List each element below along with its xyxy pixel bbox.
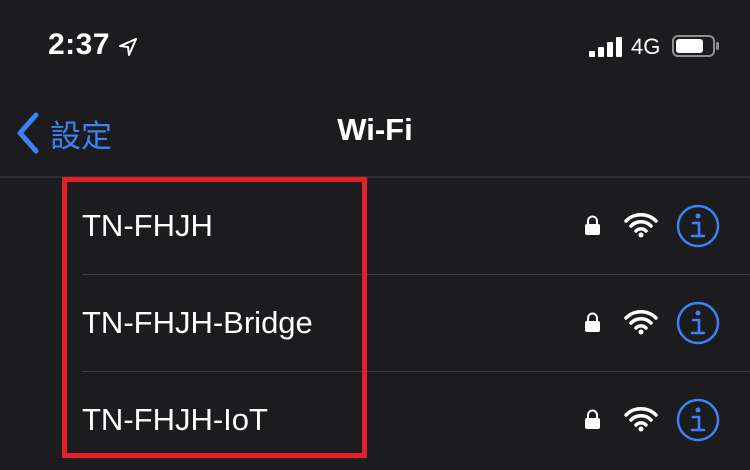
network-row[interactable]: TN-FHJH — [56, 178, 750, 275]
network-name: TN-FHJH — [82, 208, 213, 243]
info-icon[interactable] — [676, 398, 720, 442]
info-icon[interactable] — [676, 301, 720, 345]
status-time: 2:37 — [48, 28, 111, 61]
navigation-bar: 設定 Wi-Fi — [0, 90, 750, 178]
cellular-signal-icon — [589, 37, 622, 57]
wifi-icon — [624, 407, 658, 432]
network-list: TN-FHJH TN-FHJH-Bridge TN-FHJH-IoT — [56, 178, 750, 470]
carrier-label: 4G — [631, 34, 661, 59]
network-name: TN-FHJH-IoT — [82, 402, 268, 437]
lock-icon — [585, 409, 600, 429]
page-title: Wi-Fi — [337, 112, 413, 147]
network-row[interactable]: TN-FHJH-Bridge — [56, 275, 750, 372]
network-row[interactable]: TN-FHJH-IoT — [56, 372, 750, 469]
wifi-icon — [624, 310, 658, 335]
lock-icon — [585, 215, 600, 235]
battery-icon — [672, 35, 719, 57]
info-icon[interactable] — [676, 204, 720, 248]
wifi-icon — [624, 213, 658, 238]
location-arrow-icon — [119, 38, 137, 56]
lock-icon — [585, 312, 600, 332]
network-name: TN-FHJH-Bridge — [82, 305, 313, 340]
status-bar: 2:37 4G — [0, 0, 750, 90]
